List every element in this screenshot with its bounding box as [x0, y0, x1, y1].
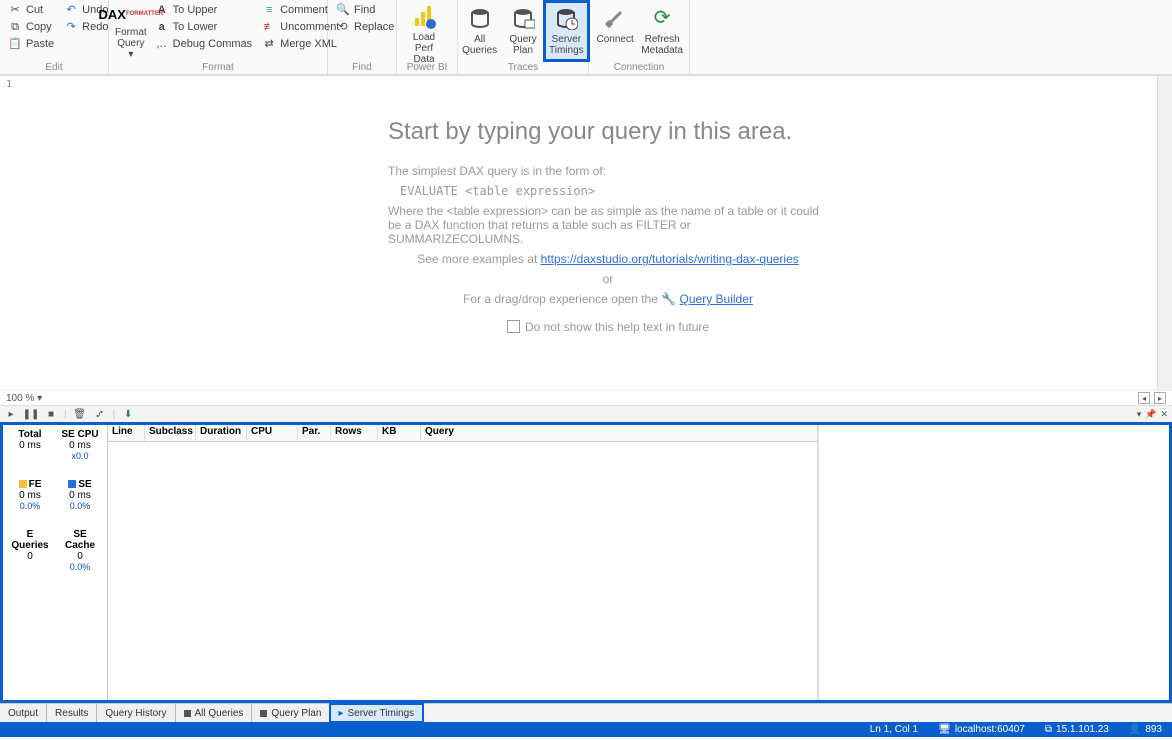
format-query-button[interactable]: DAXFORMATTER Format Query ▾ — [113, 2, 149, 60]
zoom-level[interactable]: 100 % ▾ — [6, 393, 42, 404]
filter-button[interactable]: ⑇ — [93, 407, 107, 421]
tab-results[interactable]: Results — [47, 704, 97, 722]
line-number: 1 — [0, 79, 14, 90]
nav-left-button[interactable]: ◂ — [1138, 392, 1150, 404]
connect-button[interactable]: Connect — [593, 2, 637, 60]
wrench-icon: 🔧 — [661, 292, 676, 306]
query-builder-link[interactable]: Query Builder — [680, 292, 753, 306]
tab-all-queries[interactable]: All Queries — [176, 704, 253, 722]
stop-button[interactable]: ■ — [44, 407, 58, 421]
tab-query-plan[interactable]: Query Plan — [252, 704, 330, 722]
search-icon: 🔍 — [336, 4, 350, 18]
pane-pin-button[interactable]: 📌 — [1145, 409, 1156, 420]
col-rows[interactable]: Rows — [331, 425, 378, 441]
replace-icon: ⟲ — [336, 21, 350, 35]
user-icon: 👤 — [1129, 724, 1141, 735]
tab-query-history[interactable]: Query History — [97, 704, 175, 722]
dont-show-checkbox[interactable] — [507, 320, 520, 333]
export-button[interactable]: ⬇ — [121, 407, 135, 421]
status-bar: Ln 1, Col 1 🖥localhost:60407 ⧉15.1.101.2… — [0, 722, 1172, 737]
group-label-edit: Edit — [4, 61, 104, 74]
play-indicator-icon: ▸ — [338, 708, 343, 719]
load-perf-data-button[interactable]: Load Perf Data — [401, 2, 447, 60]
timings-toolbar: ▸ ❚❚ ■ | 🗑 ⑇ | ⬇ ▾ 📌 ✕ — [0, 405, 1172, 422]
find-button[interactable]: 🔍Find — [332, 2, 398, 19]
refresh-icon: ⟳ — [648, 4, 676, 32]
timings-table: Line Subclass Duration CPU Par. Rows KB … — [108, 425, 818, 700]
refresh-metadata-button[interactable]: ⟳ Refresh Metadata — [639, 2, 685, 60]
col-duration[interactable]: Duration — [196, 425, 247, 441]
pause-indicator-icon — [260, 710, 267, 717]
cut-button[interactable]: ✂Cut — [4, 2, 58, 19]
lowercase-icon: a — [155, 21, 169, 35]
all-queries-button[interactable]: All Queries — [458, 2, 501, 60]
version-icon: ⧉ — [1045, 724, 1052, 735]
uncomment-icon: ≢ — [262, 21, 276, 35]
status-server: 🖥localhost:60407 — [928, 724, 1035, 735]
cut-icon: ✂ — [8, 4, 22, 18]
paste-button[interactable]: 📋Paste — [4, 36, 58, 53]
col-kb[interactable]: KB — [378, 425, 421, 441]
tab-server-timings[interactable]: ▸Server Timings — [330, 704, 423, 722]
group-label-connection: Connection — [593, 61, 685, 74]
timings-detail-pane — [818, 425, 1169, 700]
col-par[interactable]: Par. — [298, 425, 331, 441]
tab-output[interactable]: Output — [0, 704, 47, 722]
server-timings-button[interactable]: Server Timings — [545, 2, 588, 60]
pause-indicator-icon — [184, 710, 191, 717]
pane-menu-button[interactable]: ▾ — [1137, 409, 1142, 420]
group-label-powerbi: Power BI — [401, 61, 453, 74]
to-lower-button[interactable]: aTo Lower — [151, 19, 256, 36]
query-editor[interactable]: 1 Start by typing your query in this are… — [0, 75, 1172, 390]
all-queries-icon — [466, 4, 494, 32]
status-cursor-position: Ln 1, Col 1 — [860, 724, 928, 735]
timings-summary: Total0 ms SE CPU0 msx0.0 FE0 ms0.0% SE0 … — [3, 425, 108, 700]
query-plan-button[interactable]: Query Plan — [501, 2, 544, 60]
comment-icon: ≡ — [262, 4, 276, 18]
group-label-traces: Traces — [458, 61, 588, 74]
connect-icon — [601, 4, 629, 32]
examples-link[interactable]: https://daxstudio.org/tutorials/writing-… — [541, 252, 799, 266]
status-version: ⧉15.1.101.23 — [1035, 724, 1119, 735]
pane-close-button[interactable]: ✕ — [1160, 409, 1168, 420]
status-rowcount: 👤893 — [1119, 724, 1172, 735]
copy-button[interactable]: ⧉Copy — [4, 19, 58, 36]
server-timings-icon — [552, 4, 580, 32]
debug-commas-icon: ,‥ — [155, 38, 169, 52]
col-query[interactable]: Query — [421, 425, 818, 441]
replace-button[interactable]: ⟲Replace — [332, 19, 398, 36]
undo-icon: ↶ — [64, 4, 78, 18]
paste-icon: 📋 — [8, 38, 22, 52]
group-label-format: Format — [113, 61, 323, 74]
editor-scrollbar[interactable] — [1157, 76, 1172, 390]
col-subclass[interactable]: Subclass — [145, 425, 196, 441]
to-upper-button[interactable]: ATo Upper — [151, 2, 256, 19]
nav-right-button[interactable]: ▸ — [1154, 392, 1166, 404]
play-button[interactable]: ▸ — [4, 407, 18, 421]
group-label-find: Find — [332, 61, 392, 74]
uppercase-icon: A — [155, 4, 169, 18]
col-line[interactable]: Line — [108, 425, 145, 441]
redo-icon: ↷ — [64, 21, 78, 35]
col-cpu[interactable]: CPU — [247, 425, 298, 441]
help-heading: Start by typing your query in this area. — [388, 118, 828, 146]
bottom-tabs: Output Results Query History All Queries… — [0, 703, 1172, 722]
editor-zoom-bar: 100 % ▾ ◂ ▸ — [0, 390, 1172, 405]
load-perf-icon — [410, 4, 438, 30]
dax-formatter-icon: DAXFORMATTER — [117, 4, 145, 25]
pause-button[interactable]: ❚❚ — [24, 407, 38, 421]
timings-table-body — [108, 442, 818, 700]
clear-button[interactable]: 🗑 — [73, 407, 87, 421]
server-timings-panel: Total0 ms SE CPU0 msx0.0 FE0 ms0.0% SE0 … — [0, 422, 1172, 703]
copy-icon: ⧉ — [8, 21, 22, 35]
query-plan-icon — [509, 4, 537, 32]
editor-help-text: Start by typing your query in this area.… — [388, 118, 828, 340]
server-icon: 🖥 — [938, 724, 951, 735]
debug-commas-button[interactable]: ,‥Debug Commas — [151, 36, 256, 53]
ribbon: ✂Cut ⧉Copy 📋Paste ↶Undo ↷Redo Edit DAXFO… — [0, 0, 1172, 75]
merge-xml-icon: ⇄ — [262, 38, 276, 52]
